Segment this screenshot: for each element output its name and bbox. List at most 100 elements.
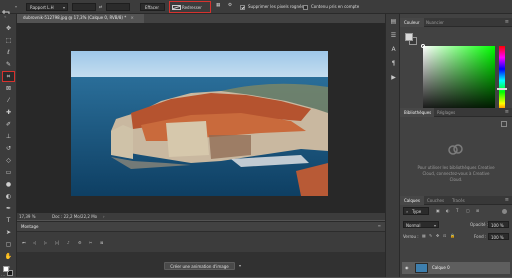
delete-cropped-checkbox[interactable] xyxy=(240,5,245,10)
layer-row[interactable]: ◉ Calque 0 xyxy=(402,262,510,274)
fill-field[interactable]: 100 % xyxy=(488,233,509,240)
zoom-level[interactable]: 17,39 % xyxy=(19,215,36,219)
overlay-grid-icon[interactable]: ▦ xyxy=(216,3,220,9)
saturation-value-field[interactable] xyxy=(421,44,495,115)
lock-artboard-icon[interactable]: ⊡ xyxy=(443,234,446,238)
layer-filter-select[interactable]: ⌕ Type xyxy=(403,207,429,215)
character-icon[interactable]: A xyxy=(390,46,397,53)
width-field[interactable] xyxy=(72,3,96,11)
quick-select-tool-icon[interactable]: ✎ xyxy=(3,60,14,69)
timeline-controls: ⏮ ◁ ▷ ▷| ♪ ⚙ ✂ ⊠ xyxy=(17,231,385,252)
dropdown-caret-icon[interactable]: ▾ xyxy=(239,264,241,268)
document-status-bar: 17,39 % Doc : 22,2 Mo/22,2 Mo › xyxy=(17,213,385,220)
transition-icon[interactable]: ⊠ xyxy=(100,241,103,245)
creative-cloud-icon xyxy=(447,141,464,155)
eraser-tool-icon[interactable]: ◇ xyxy=(3,156,14,165)
clear-button[interactable]: Effacer xyxy=(140,3,165,11)
document-title: dubrovnik-512798.jpg @ 17,3% (Calque 0, … xyxy=(23,15,127,20)
hue-slider-handle[interactable] xyxy=(497,88,507,90)
hue-slider[interactable] xyxy=(497,46,507,115)
canvas-area[interactable] xyxy=(17,23,385,213)
filter-smart-icon[interactable]: ⊞ xyxy=(476,209,479,213)
filter-toggle[interactable] xyxy=(502,209,507,214)
type-tool-icon[interactable]: T xyxy=(3,216,14,225)
play-icon[interactable]: ▷ xyxy=(44,241,47,245)
filter-adjust-icon[interactable]: ◐ xyxy=(446,209,450,213)
panel-menu-icon[interactable]: ≡ xyxy=(378,224,381,228)
document-image[interactable] xyxy=(71,51,328,196)
filter-type-icon[interactable]: T xyxy=(456,209,458,213)
settings-icon[interactable]: ⚙ xyxy=(78,241,82,245)
dodge-tool-icon[interactable]: ◐ xyxy=(3,192,14,201)
panel-menu-icon[interactable]: ≡ xyxy=(505,109,509,115)
gear-icon[interactable]: ⚙ xyxy=(228,3,232,9)
clone-stamp-tool-icon[interactable]: ⊥ xyxy=(3,132,14,141)
hand-tool-icon[interactable]: ✋ xyxy=(3,252,14,261)
actions-icon[interactable]: ▶ xyxy=(390,74,397,81)
crop-tool-icon[interactable] xyxy=(2,3,11,18)
split-icon[interactable]: ✂ xyxy=(89,241,92,245)
visibility-eye-icon[interactable]: ◉ xyxy=(405,266,409,270)
healing-brush-tool-icon[interactable]: ✚ xyxy=(3,108,14,117)
next-frame-icon[interactable]: ▷| xyxy=(55,241,59,245)
move-tool-icon[interactable]: ✥ xyxy=(3,24,14,33)
blur-tool-icon[interactable]: ● xyxy=(3,180,14,189)
ratio-select[interactable]: Rapport L.H ▾ xyxy=(26,3,68,11)
blend-mode-select[interactable]: Normal ▾ xyxy=(403,221,439,228)
libraries-sign-in-message: Pour utiliser les bibliothèques Creative… xyxy=(417,165,495,182)
lasso-tool-icon[interactable]: ℓ xyxy=(3,48,14,57)
lock-transparency-icon[interactable]: ▦ xyxy=(422,234,426,238)
eyedropper-tool-icon[interactable]: ⁄ xyxy=(3,96,14,105)
panel-menu-icon[interactable]: ≡ xyxy=(505,197,509,203)
lock-all-icon[interactable]: 🔒 xyxy=(450,234,455,238)
marquee-tool-icon[interactable]: ⬚ xyxy=(3,36,14,45)
right-panels: Couleur Nuancier ≡ Bibliothèques Réglage… xyxy=(400,14,512,277)
first-frame-icon[interactable]: ⏮ xyxy=(22,241,26,245)
filter-shape-icon[interactable]: ▢ xyxy=(466,209,470,213)
tab-paths[interactable]: Tracés xyxy=(452,196,474,205)
crop-tool-icon[interactable]: ⌗ xyxy=(2,71,15,82)
lock-pixels-icon[interactable]: ✎ xyxy=(429,234,432,238)
more-tools-icon[interactable]: ⋯ xyxy=(1,274,5,278)
color-foreground-swatch[interactable] xyxy=(405,33,413,41)
tab-libraries[interactable]: Bibliothèques xyxy=(400,108,434,117)
frame-tool-icon[interactable]: ⊠ xyxy=(3,84,14,93)
filter-pixel-icon[interactable]: ▣ xyxy=(436,209,440,213)
history-brush-tool-icon[interactable]: ↺ xyxy=(3,144,14,153)
tab-swatches[interactable]: Nuancier xyxy=(426,18,456,27)
preset-caret-icon: ▾ xyxy=(15,4,18,9)
properties-icon[interactable]: ☰ xyxy=(390,32,397,39)
timeline-title[interactable]: Montage xyxy=(21,225,38,229)
gradient-tool-icon[interactable]: ▭ xyxy=(3,168,14,177)
straighten-button[interactable]: Redresser xyxy=(169,1,211,13)
swap-icon[interactable]: ⇄ xyxy=(99,5,102,9)
layer-name[interactable]: Calque 0 xyxy=(432,266,450,270)
foreground-color-swatch[interactable] xyxy=(3,266,9,272)
layer-thumbnail xyxy=(415,263,428,273)
brush-tool-icon[interactable]: ✐ xyxy=(3,120,14,129)
path-select-tool-icon[interactable]: ➤ xyxy=(3,228,14,237)
opacity-field[interactable]: 100 % xyxy=(488,221,509,228)
pen-tool-icon[interactable]: ✒ xyxy=(3,204,14,213)
height-field[interactable] xyxy=(106,3,130,11)
tab-color[interactable]: Couleur xyxy=(400,18,424,27)
dubrovnik-photo xyxy=(71,51,328,196)
status-menu-icon[interactable]: › xyxy=(103,215,105,219)
content-aware-checkbox[interactable] xyxy=(303,5,308,10)
previous-frame-icon[interactable]: ◁ xyxy=(33,241,36,245)
tab-channels[interactable]: Couches xyxy=(427,196,449,205)
tab-adjustments[interactable]: Réglages xyxy=(437,108,461,117)
paragraph-icon[interactable]: ¶ xyxy=(390,60,397,67)
tab-layers[interactable]: Calques xyxy=(400,196,424,205)
library-view-icon[interactable] xyxy=(501,121,507,127)
close-icon[interactable]: × xyxy=(131,15,134,20)
color-picker-cursor[interactable] xyxy=(421,44,425,48)
collapse-icon[interactable]: « xyxy=(4,15,6,19)
history-icon[interactable]: ▤ xyxy=(390,18,397,25)
panel-menu-icon[interactable]: ≡ xyxy=(505,19,509,25)
create-frame-animation-button[interactable]: Créer une animation d'image xyxy=(164,262,235,270)
lock-position-icon[interactable]: ✥ xyxy=(436,234,439,238)
rectangle-tool-icon[interactable]: ▢ xyxy=(3,240,14,249)
document-tab[interactable]: dubrovnik-512798.jpg @ 17,3% (Calque 0, … xyxy=(17,14,144,23)
audio-icon[interactable]: ♪ xyxy=(67,241,70,245)
